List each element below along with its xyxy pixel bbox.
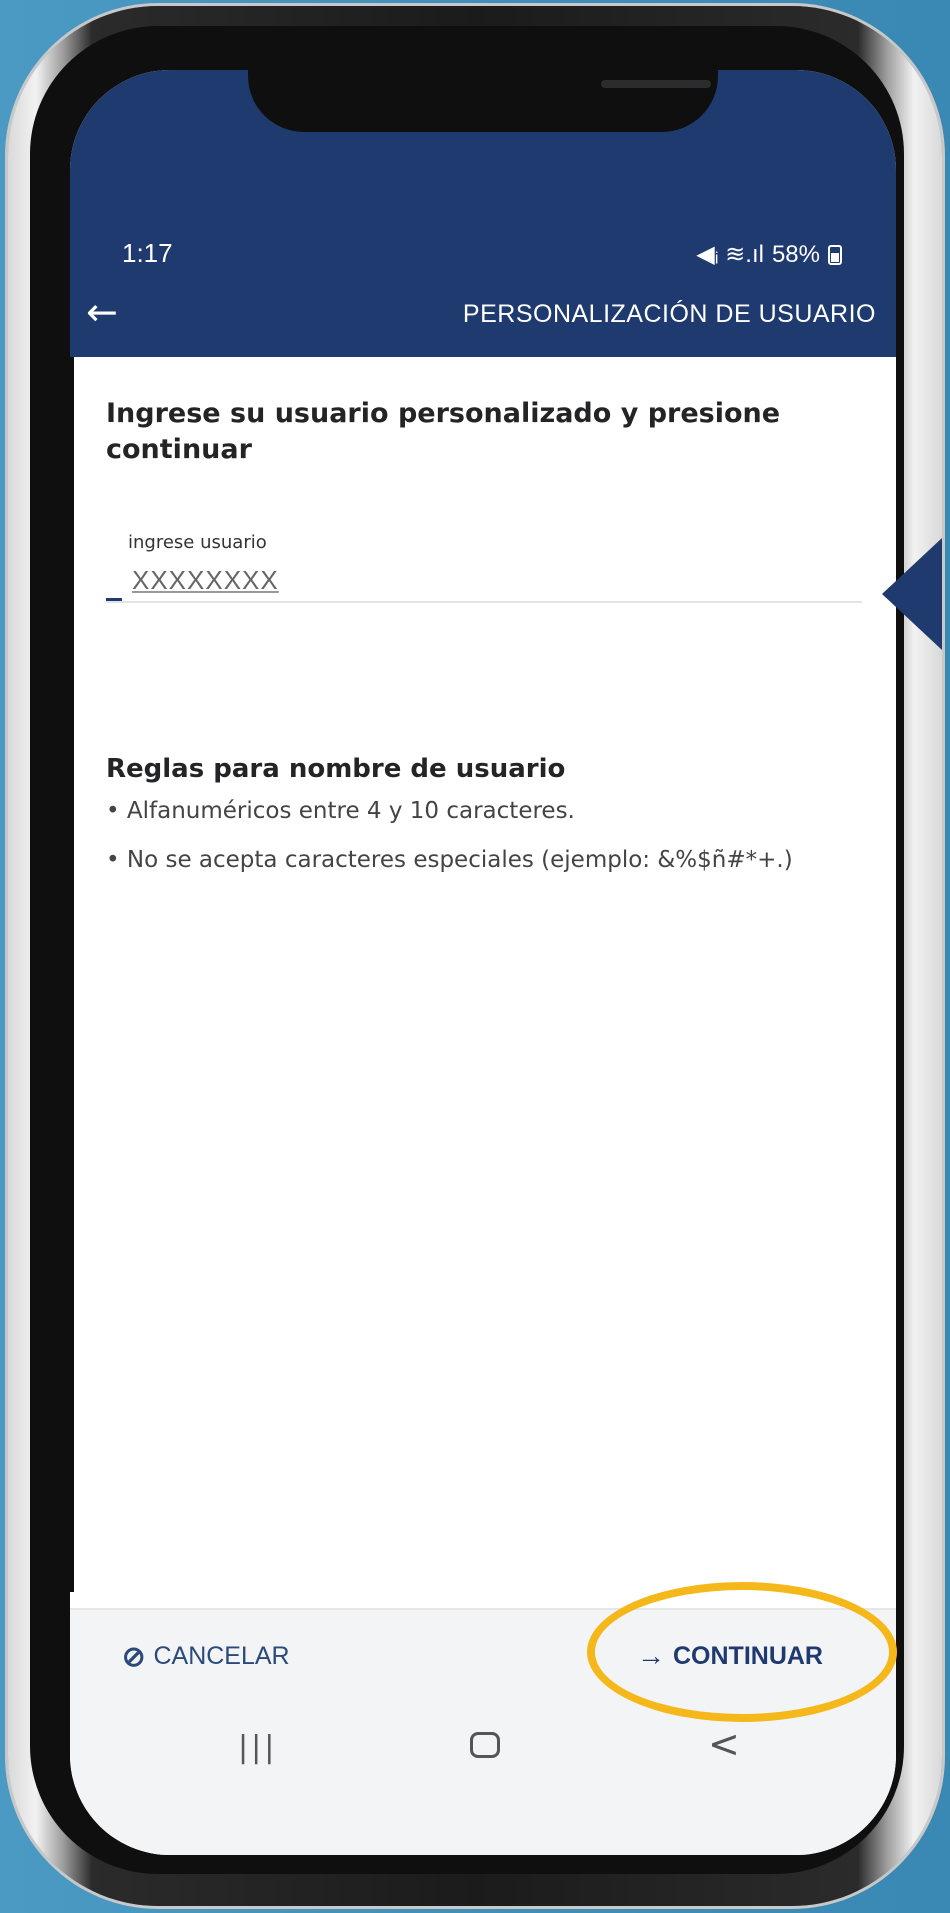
cancel-icon: ⊘ (122, 1641, 146, 1672)
rule-item: • No se acepta caracteres especiales (ej… (106, 847, 793, 873)
username-input-label: ingrese usuario (128, 532, 267, 553)
input-underline (106, 601, 862, 603)
cancel-button[interactable]: ⊘ CANCELAR (122, 1640, 290, 1673)
battery-level: 58% (771, 240, 820, 268)
camera-notch (248, 70, 718, 132)
left-edge-divider (70, 357, 74, 1592)
speaker-grille (601, 80, 711, 88)
app-header: 1:17 ◀ᵢ ≋.ıl 58% ← PERSONALIZACIÓN DE US… (70, 70, 896, 357)
page-title: PERSONALIZACIÓN DE USUARIO (462, 300, 876, 328)
mute-wifi-signal-icon: ◀ᵢ ≋.ıl (696, 241, 764, 268)
status-time: 1:17 (122, 238, 173, 268)
username-input[interactable]: XXXXXXXX (132, 565, 279, 596)
instructions-text: Ingrese su usuario personalizado y presi… (106, 398, 781, 465)
rule-item: • Alfanuméricos entre 4 y 10 caracteres. (106, 798, 575, 824)
pointer-arrow (882, 538, 942, 650)
back-nav-icon[interactable]: < (708, 1722, 740, 1766)
highlight-circle (587, 1582, 897, 1722)
recents-nav-icon[interactable]: ||| (238, 1730, 277, 1765)
rules-title: Reglas para nombre de usuario (106, 754, 566, 784)
status-icons: ◀ᵢ ≋.ıl 58% (696, 240, 842, 269)
cancel-button-label: CANCELAR (153, 1642, 290, 1670)
home-nav-icon[interactable] (470, 1732, 500, 1758)
back-arrow-icon[interactable]: ← (86, 292, 130, 332)
battery-icon (828, 244, 842, 265)
